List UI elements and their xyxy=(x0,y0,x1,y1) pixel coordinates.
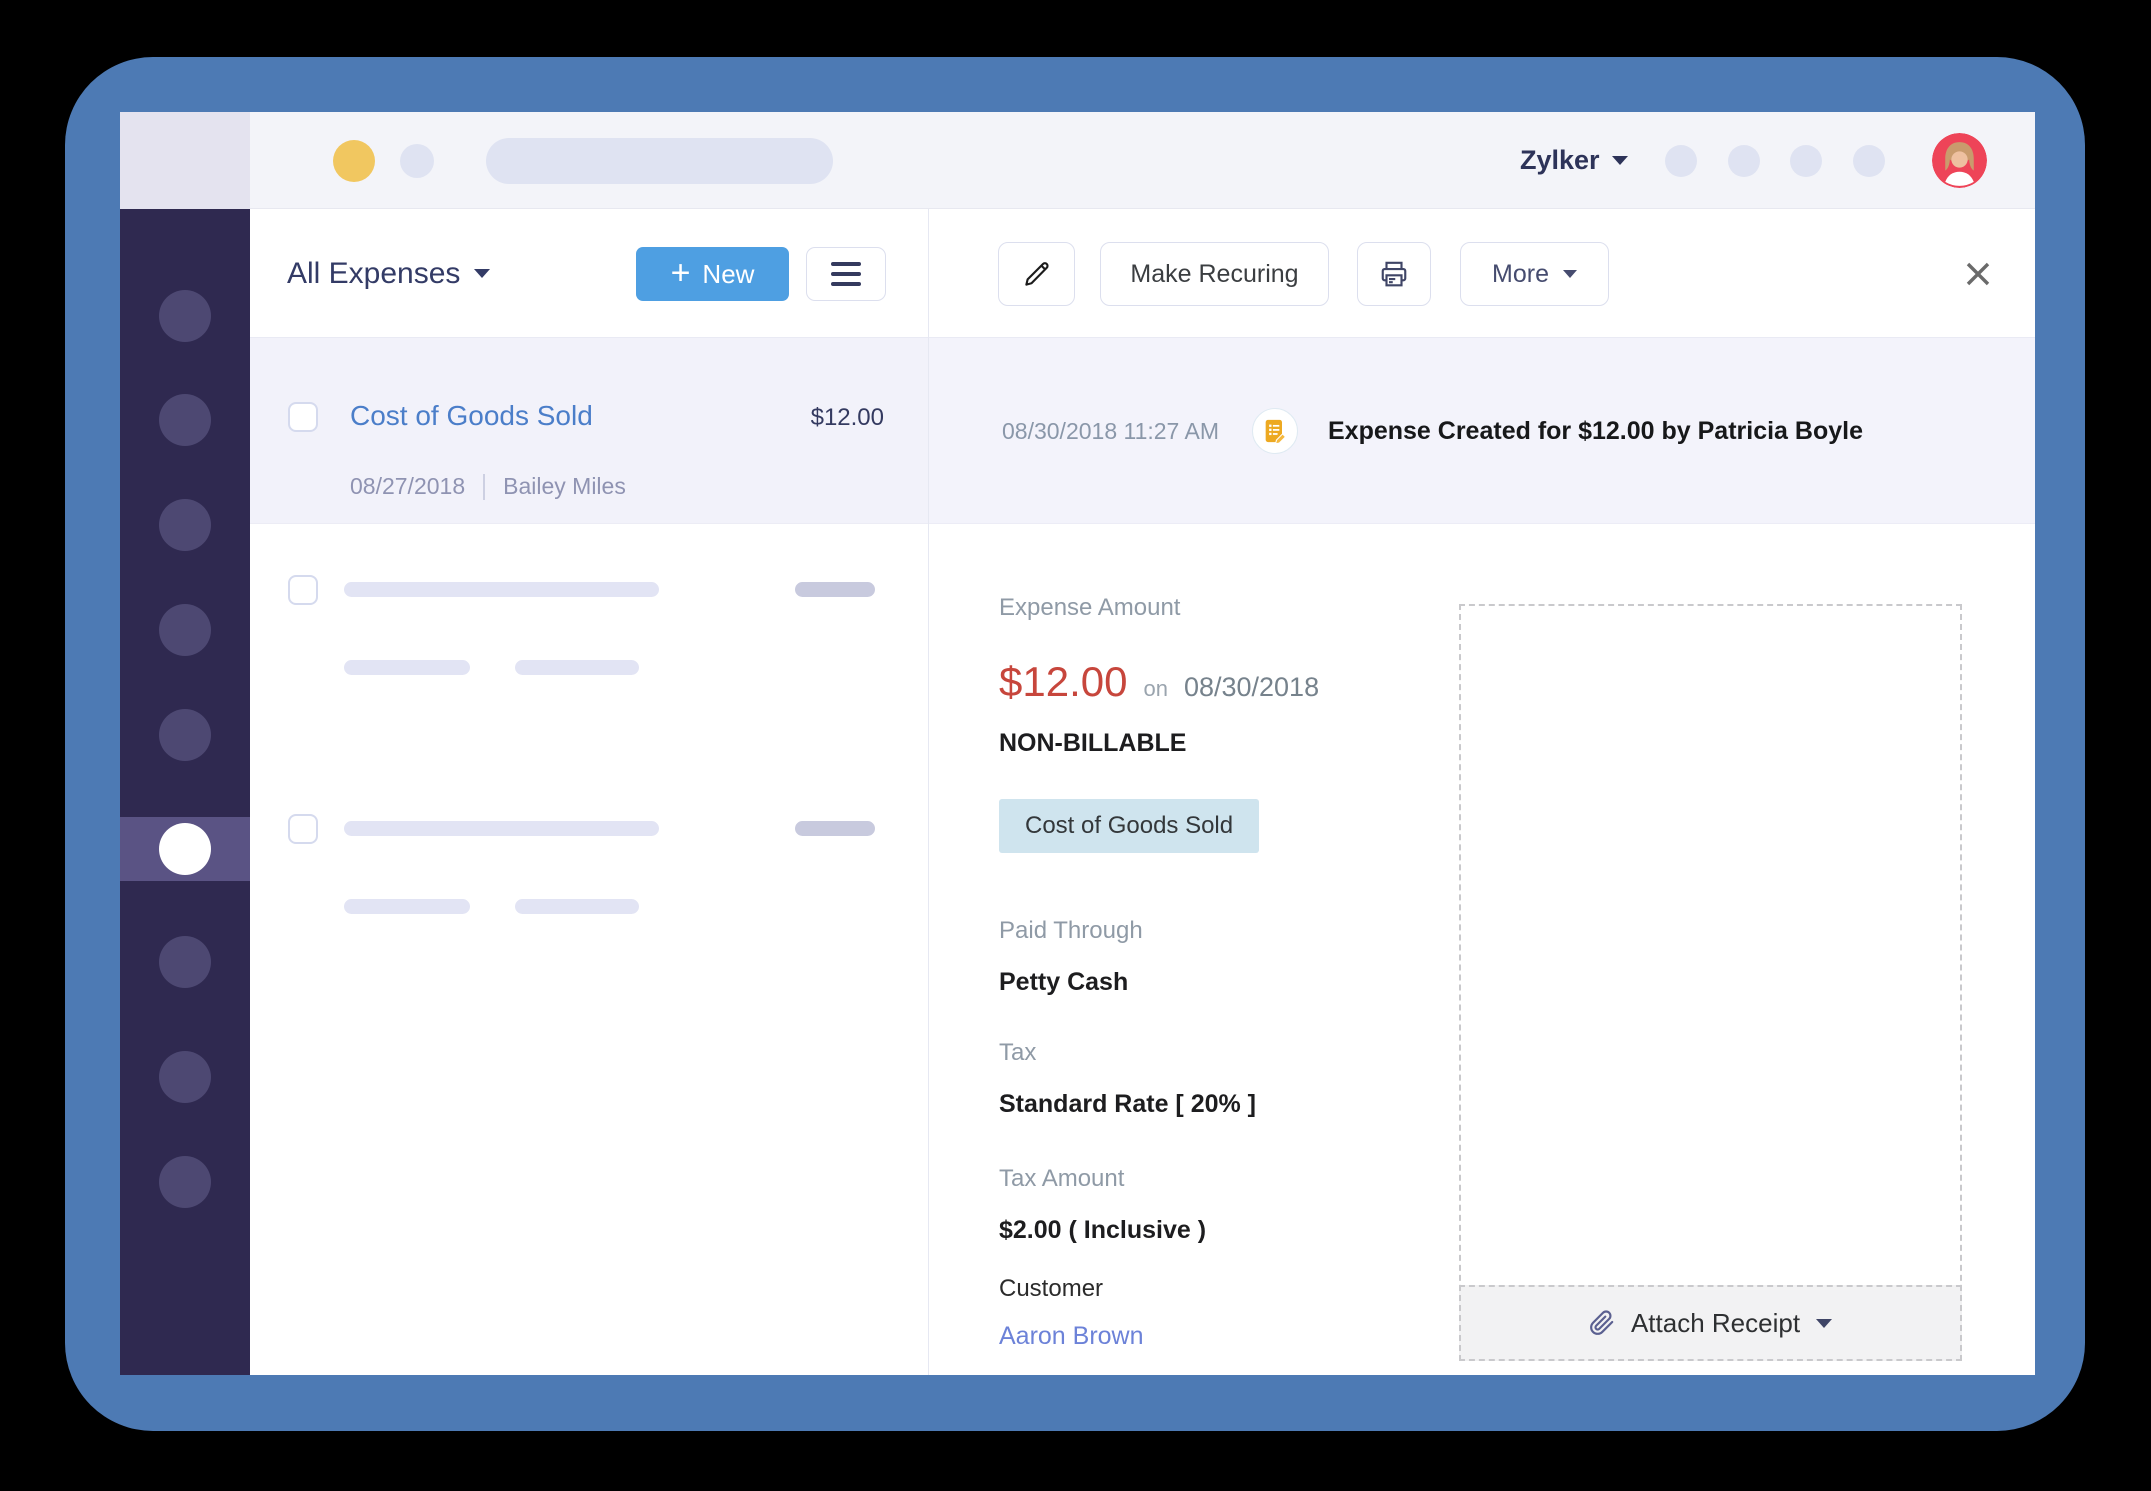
expense-list-item-placeholder xyxy=(250,567,928,727)
attach-receipt-button[interactable]: Attach Receipt xyxy=(1459,1285,1962,1361)
tax-label: Tax xyxy=(999,1039,1037,1066)
expense-date-value: 08/30/2018 xyxy=(1183,672,1320,702)
topbar-icon-placeholder[interactable] xyxy=(1790,145,1822,177)
more-label: More xyxy=(1492,259,1549,288)
new-expense-button[interactable]: + New xyxy=(636,247,789,301)
placeholder-bar xyxy=(344,821,659,836)
make-recurring-button[interactable]: Make Recuring xyxy=(1100,242,1329,306)
expense-row-subtext: 08/27/2018 Bailey Miles xyxy=(350,473,626,500)
row-checkbox[interactable] xyxy=(288,402,318,432)
sidebar-item[interactable] xyxy=(159,709,211,761)
window-dot-grey-icon xyxy=(400,144,434,178)
expense-amount-label: Expense Amount xyxy=(999,594,1181,621)
print-button[interactable] xyxy=(1357,242,1431,306)
chevron-down-icon xyxy=(1562,270,1577,278)
expense-amount: $12.00 xyxy=(810,404,884,431)
placeholder-bar xyxy=(515,899,639,914)
topbar-sidebar-block xyxy=(120,112,250,209)
search-input[interactable] xyxy=(486,138,833,184)
tax-amount-value: $2.00 ( Inclusive ) xyxy=(999,1216,1207,1244)
close-icon xyxy=(1966,262,1990,286)
divider xyxy=(483,473,486,500)
placeholder-bar xyxy=(344,582,659,597)
sidebar-item[interactable] xyxy=(159,499,211,551)
sidebar-item[interactable] xyxy=(159,290,211,342)
expense-title-link[interactable]: Cost of Goods Sold xyxy=(350,400,593,432)
sidebar-item-expenses-icon xyxy=(159,823,211,875)
hamburger-icon xyxy=(831,262,861,266)
paperclip-icon xyxy=(1590,1310,1614,1335)
history-event-text: Expense Created for $12.00 by Patricia B… xyxy=(1328,416,1863,445)
more-button[interactable]: More xyxy=(1460,242,1609,306)
list-toolbar: All Expenses + New xyxy=(250,209,928,338)
printer-icon xyxy=(1381,261,1407,287)
history-timestamp: 08/30/2018 11:27 AM xyxy=(1002,417,1219,444)
receipt-dropzone: Attach Receipt xyxy=(1459,604,1962,1361)
topbar-icon-placeholder[interactable] xyxy=(1728,145,1760,177)
paid-through-label: Paid Through xyxy=(999,917,1143,944)
row-checkbox[interactable] xyxy=(288,575,318,605)
detail-toolbar: Make Recuring More xyxy=(929,209,2035,338)
expense-detail-panel: Make Recuring More 08/30/2018 11:27 AM E… xyxy=(929,209,2035,1375)
category-tag: Cost of Goods Sold xyxy=(999,799,1260,853)
row-checkbox[interactable] xyxy=(288,814,318,844)
expense-amount-value: $12.00 xyxy=(999,658,1128,705)
expense-list-item-placeholder xyxy=(250,806,928,966)
sidebar-item[interactable] xyxy=(159,604,211,656)
history-entry: 08/30/2018 11:27 AM Expense Created for … xyxy=(1002,338,1863,524)
expense-created-icon xyxy=(1252,408,1298,454)
make-recurring-label: Make Recuring xyxy=(1130,259,1299,288)
window-dot-yellow-icon xyxy=(333,140,375,182)
chevron-down-icon xyxy=(1611,156,1628,165)
paid-through-value: Petty Cash xyxy=(999,968,1129,996)
tax-value: Standard Rate [ 20% ] xyxy=(999,1090,1257,1118)
app-window: Zylker All Expenses + New Cost of Goods … xyxy=(120,112,2035,1375)
sidebar-item[interactable] xyxy=(159,936,211,988)
expense-amount-row: $12.00 on 08/30/2018 xyxy=(999,658,1319,706)
attach-receipt-label: Attach Receipt xyxy=(1630,1307,1801,1338)
new-button-label: New xyxy=(702,258,755,289)
topbar-icon-placeholder[interactable] xyxy=(1665,145,1697,177)
edit-button[interactable] xyxy=(998,242,1075,306)
expenses-list-panel: All Expenses + New Cost of Goods Sold $1… xyxy=(250,209,929,1375)
placeholder-bar xyxy=(795,582,875,597)
pencil-icon xyxy=(1024,262,1049,286)
main-content: All Expenses + New Cost of Goods Sold $1… xyxy=(120,209,2035,1375)
sidebar-item[interactable] xyxy=(159,1156,211,1208)
org-switcher[interactable]: Zylker xyxy=(1520,112,1628,209)
expense-date: 08/27/2018 xyxy=(350,473,466,499)
history-strip: 08/30/2018 11:27 AM Expense Created for … xyxy=(929,338,2035,524)
user-avatar[interactable] xyxy=(1932,133,1987,188)
expenses-filter-dropdown[interactable]: All Expenses xyxy=(287,209,491,338)
chevron-down-icon xyxy=(474,269,491,278)
amount-conjunction: on xyxy=(1143,676,1168,701)
billable-status: NON-BILLABLE xyxy=(999,729,1187,757)
device-frame: Zylker All Expenses + New Cost of Goods … xyxy=(65,57,2085,1431)
tax-amount-label: Tax Amount xyxy=(999,1165,1125,1192)
topbar-icon-placeholder[interactable] xyxy=(1853,145,1885,177)
expense-submitter: Bailey Miles xyxy=(503,473,626,499)
customer-label: Customer xyxy=(999,1275,1104,1302)
sidebar-item-expenses-active[interactable] xyxy=(120,817,250,881)
placeholder-bar xyxy=(344,660,470,675)
chevron-down-icon xyxy=(1816,1318,1833,1328)
topbar: Zylker xyxy=(120,112,2035,209)
list-view-menu-button[interactable] xyxy=(806,247,886,301)
placeholder-bar xyxy=(515,660,639,675)
sidebar-nav xyxy=(120,209,250,1375)
sidebar-item[interactable] xyxy=(159,394,211,446)
placeholder-bar xyxy=(795,821,875,836)
org-name: Zylker xyxy=(1520,145,1600,175)
expense-list-item-selected[interactable]: Cost of Goods Sold $12.00 08/27/2018 Bai… xyxy=(250,338,928,524)
customer-link[interactable]: Aaron Brown xyxy=(999,1322,1144,1351)
sidebar-item[interactable] xyxy=(159,1051,211,1103)
close-detail-button[interactable] xyxy=(1961,257,1995,291)
expenses-filter-label: All Expenses xyxy=(287,256,461,290)
placeholder-bar xyxy=(344,899,470,914)
